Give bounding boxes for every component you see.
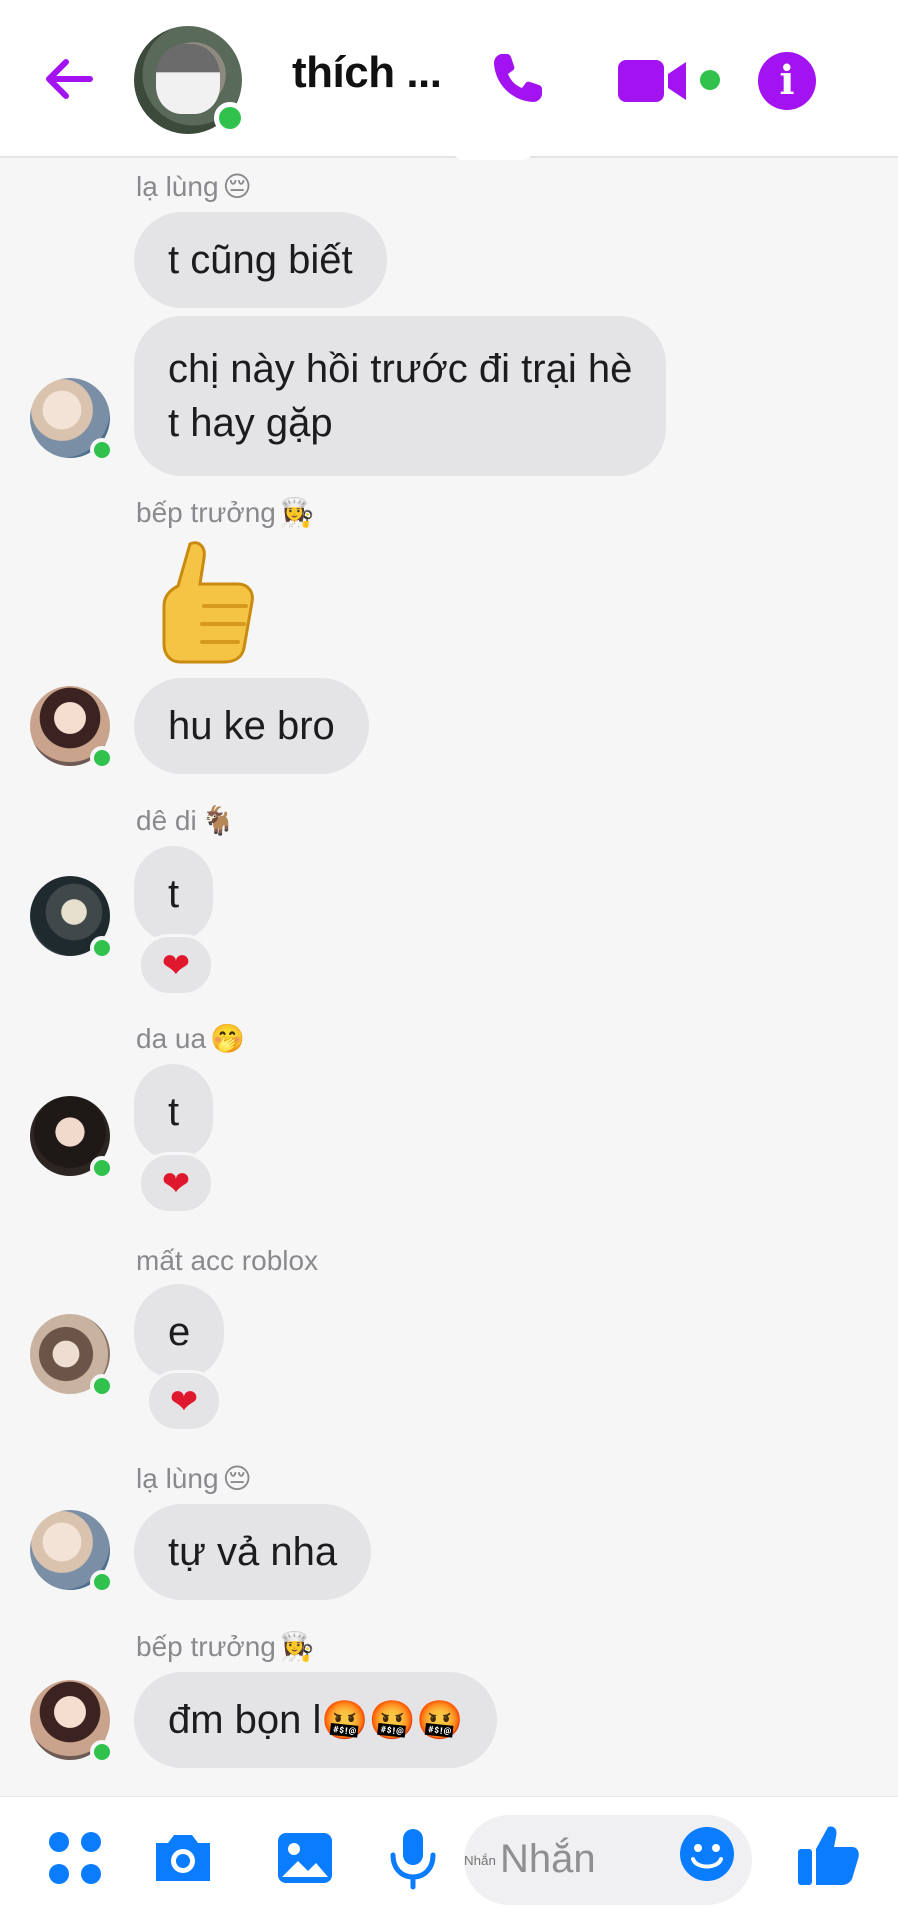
sender-label: bếp trưởng: [136, 497, 276, 528]
online-indicator: [90, 1570, 114, 1594]
message-text: đm bọn l: [168, 1698, 322, 1742]
sender-emoji: 🤭: [210, 1022, 245, 1055]
info-icon[interactable]: i: [758, 52, 816, 110]
conversation-avatar[interactable]: [134, 26, 246, 134]
message-placeholder: Nhắn: [500, 1837, 596, 1881]
message-bubble[interactable]: t: [134, 846, 214, 942]
microphone-icon[interactable]: [380, 1825, 446, 1891]
emoji-icon[interactable]: [678, 1825, 736, 1883]
sender-name: bếp trưởng 👩‍🍳: [136, 496, 315, 529]
sender-emoji: 🐐: [200, 804, 236, 837]
message-bubble[interactable]: t cũng biết: [134, 212, 387, 308]
sender-label: bếp trưởng: [136, 1631, 276, 1662]
sender-name: lạ lùng 😔: [136, 1462, 252, 1495]
online-indicator: [90, 1156, 114, 1180]
message-bubble[interactable]: chị này hồi trước đi trại hè t hay gặp: [134, 316, 667, 476]
angry-face-emojis: 🤬🤬🤬: [321, 1698, 464, 1742]
sender-label: dê di: [136, 805, 197, 836]
message-composer: Nhắn: [0, 1796, 898, 1920]
sender-name: mất acc roblox: [136, 1244, 322, 1277]
avatar[interactable]: [30, 876, 114, 960]
sender-emoji: 👩‍🍳: [279, 496, 315, 529]
sender-label: da ua: [136, 1023, 207, 1054]
avatar[interactable]: [30, 1314, 114, 1398]
message-bubble[interactable]: t: [134, 1064, 214, 1160]
sender-name: dê di 🐐: [136, 804, 236, 837]
message-bubble[interactable]: e: [134, 1284, 225, 1380]
active-call-indicator: [700, 70, 720, 90]
video-camera-icon[interactable]: [616, 56, 692, 106]
avatar[interactable]: [30, 1680, 114, 1764]
online-indicator: [90, 438, 114, 462]
conversation-title[interactable]: thích ...: [292, 48, 442, 98]
sender-label: lạ lùng: [136, 171, 219, 202]
heart-reaction[interactable]: ❤: [146, 1370, 222, 1432]
heart-reaction[interactable]: ❤: [138, 1152, 214, 1214]
sender-label: lạ lùng: [136, 1463, 219, 1494]
online-indicator: [90, 1374, 114, 1398]
sender-emoji: 😔: [222, 1462, 252, 1495]
gallery-icon[interactable]: [272, 1825, 338, 1891]
avatar[interactable]: [30, 1510, 114, 1594]
online-indicator: [214, 102, 246, 134]
conversation-header: thích ... i: [0, 0, 898, 160]
sender-name: da ua 🤭: [136, 1022, 245, 1055]
camera-icon[interactable]: [150, 1825, 216, 1891]
online-indicator: [90, 936, 114, 960]
message-bubble[interactable]: hu ke bro: [134, 678, 369, 774]
heart-reaction[interactable]: ❤: [138, 934, 214, 996]
back-arrow-icon[interactable]: [38, 48, 100, 110]
sender-emoji: 😔: [222, 170, 252, 203]
sender-name: bếp trưởng 👩‍🍳: [136, 1630, 315, 1663]
phone-icon[interactable]: [486, 48, 548, 110]
avatar-photo: [156, 44, 220, 114]
online-indicator: [90, 1740, 114, 1764]
sender-emoji: 👩‍🍳: [279, 1630, 315, 1663]
avatar[interactable]: [30, 686, 114, 770]
avatar[interactable]: [30, 1096, 114, 1180]
thumbs-up-icon[interactable]: [796, 1821, 860, 1887]
apps-icon[interactable]: [42, 1825, 108, 1891]
online-indicator: [90, 746, 114, 770]
message-bubble[interactable]: đm bọn l🤬🤬🤬: [134, 1672, 498, 1768]
scroll-hint: [452, 148, 534, 160]
thumbs-up-sticker[interactable]: [150, 536, 260, 666]
message-bubble[interactable]: tự vả nha: [134, 1504, 372, 1600]
sender-name: lạ lùng 😔: [136, 170, 252, 203]
avatar[interactable]: [30, 378, 114, 462]
sender-label: mất acc roblox: [136, 1245, 319, 1276]
